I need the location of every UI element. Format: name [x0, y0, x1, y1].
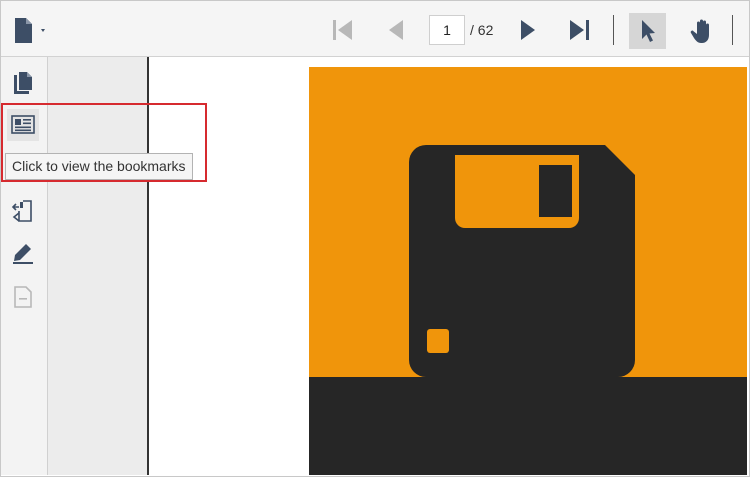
page-thumbnails-button[interactable] [7, 67, 39, 99]
next-page-icon [521, 20, 535, 40]
hand-icon [690, 19, 709, 43]
signature-button[interactable] [7, 237, 39, 269]
cursor-icon [641, 20, 655, 42]
pages-icon [14, 72, 32, 94]
pan-tool-button[interactable] [684, 13, 721, 49]
file-icon [15, 18, 45, 43]
redaction-button[interactable] [7, 195, 39, 227]
floppy-disk-icon [309, 145, 747, 475]
document-viewer[interactable] [149, 57, 749, 475]
file-menu-button[interactable] [7, 13, 51, 47]
last-page-icon [570, 20, 589, 40]
bookmarks-tooltip: Click to view the bookmarks [5, 153, 193, 180]
toolbar: 1 / 62 [1, 1, 749, 57]
last-page-button[interactable] [565, 15, 595, 45]
first-page-icon [333, 20, 352, 40]
redact-icon [11, 200, 32, 222]
previous-page-icon [389, 20, 403, 40]
form-icon [14, 286, 32, 308]
current-page-input[interactable]: 1 [429, 15, 465, 45]
previous-page-button[interactable] [381, 15, 411, 45]
pen-icon [13, 244, 33, 264]
form-designer-button[interactable] [7, 281, 39, 313]
total-pages-label: / 62 [470, 22, 494, 38]
toolbar-separator [732, 15, 733, 45]
first-page-button[interactable] [327, 15, 357, 45]
document-page [309, 67, 747, 475]
next-page-button[interactable] [513, 15, 543, 45]
toolbar-separator [613, 15, 614, 45]
select-tool-button[interactable] [629, 13, 666, 49]
